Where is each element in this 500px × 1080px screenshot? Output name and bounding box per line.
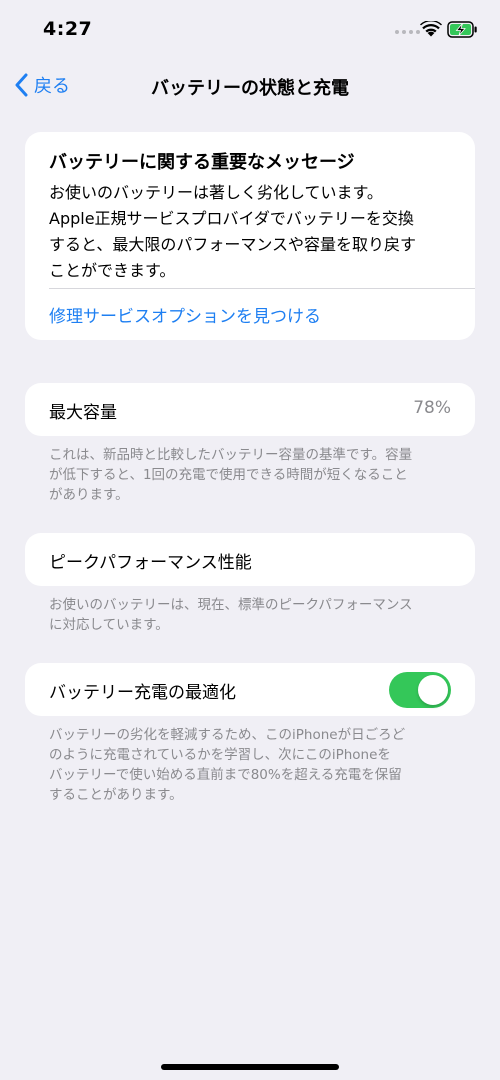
maximum-capacity-value: 78% [413,398,451,418]
cellular-signal-icon [395,30,420,34]
navigation-bar: 戻る バッテリーの状態と充電 [0,64,500,108]
footnote-line: することがあります。 [49,787,183,803]
optimized-charging-toggle[interactable] [389,672,451,708]
battery-charging-icon [447,21,477,38]
footnote-line: が低下すると、1回の充電で使用できる時間が短くなること [49,467,408,483]
footnote-line: バッテリーで使い始める直前まで80%を超える充電を保留 [49,767,402,783]
peak-performance-footnote: お使いのバッテリーは、現在、標準のピークパフォーマンス に対応しています。 [49,595,454,635]
optimized-charging-row: バッテリー充電の最適化 [25,663,475,716]
message-body-line: ことができます。 [49,261,176,280]
message-body: お使いのバッテリーは著しく劣化しています。 Apple正規サービスプロバイダでバ… [49,180,461,284]
footnote-line: これは、新品時と比較したバッテリー容量の基準です。容量 [49,447,413,463]
battery-health-screen: 4:27 戻る バッテリーの状態と充電 バッテリーに関する重要なメッセージ お使… [0,0,500,1080]
divider [49,288,475,289]
important-message-card: バッテリーに関する重要なメッセージ お使いのバッテリーは著しく劣化しています。 … [25,132,475,340]
optimized-charging-footnote: バッテリーの劣化を軽減するため、このiPhoneが日ごろど のように充電されてい… [49,725,454,805]
message-body-line: お使いのバッテリーは著しく劣化しています。 [49,183,383,202]
peak-performance-row: ピークパフォーマンス性能 [25,533,475,586]
find-repair-options-link[interactable]: 修理サービスオプションを見つける [49,302,321,327]
message-body-line: すると、最大限のパフォーマンスや容量を取り戻す [49,235,417,254]
status-bar: 4:27 [0,0,500,60]
maximum-capacity-row: 最大容量 78% [25,383,475,436]
message-body-line: Apple正規サービスプロバイダでバッテリーを交換 [49,209,414,228]
page-title: バッテリーの状態と充電 [151,78,349,99]
status-time: 4:27 [43,18,93,40]
footnote-line: に対応しています。 [49,617,169,633]
wifi-icon [420,21,442,37]
maximum-capacity-label: 最大容量 [49,403,117,423]
footnote-line: があります。 [49,487,129,503]
home-indicator[interactable] [161,1064,339,1070]
footnote-line: のように充電されているかを学習し、次にこのiPhoneを [49,747,391,763]
message-title: バッテリーに関する重要なメッセージ [49,152,355,173]
optimized-charging-label: バッテリー充電の最適化 [49,683,236,703]
capacity-footnote: これは、新品時と比較したバッテリー容量の基準です。容量 が低下すると、1回の充電… [49,445,454,505]
footnote-line: バッテリーの劣化を軽減するため、このiPhoneが日ごろど [49,727,406,743]
toggle-knob [418,675,448,705]
peak-performance-label: ピークパフォーマンス性能 [49,553,252,573]
footnote-line: お使いのバッテリーは、現在、標準のピークパフォーマンス [49,597,413,613]
